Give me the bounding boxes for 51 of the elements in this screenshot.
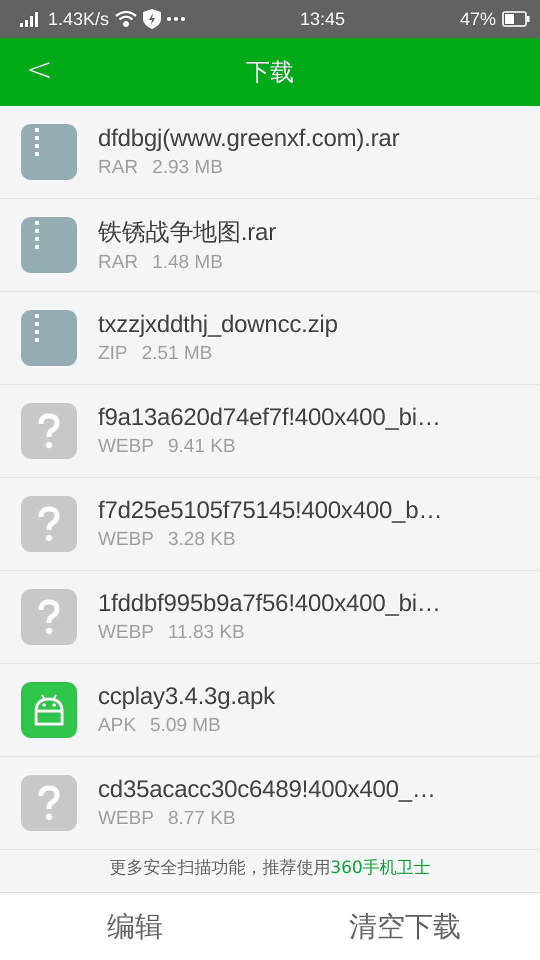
android-icon: [21, 682, 77, 738]
question-mark-icon: [21, 496, 77, 552]
file-size: 9.41 KB: [168, 436, 236, 458]
file-type: WEBP: [98, 808, 154, 830]
file-name: txzzjxddthj_downcc.zip: [98, 311, 338, 339]
question-mark-icon: [21, 775, 77, 831]
file-name: 1fddbf995b9a7f56!400x400_bi…: [98, 590, 441, 618]
file-name: dfdbgj(www.greenxf.com).rar: [98, 125, 400, 153]
file-row[interactable]: 1fddbf995b9a7f56!400x400_bi… WEBP 11.83 KB: [0, 571, 540, 664]
file-name: ccplay3.4.3g.apk: [98, 683, 275, 711]
file-type: WEBP: [98, 436, 154, 458]
file-row[interactable]: dfdbgj(www.greenxf.com).rar RAR 2.93 MB: [0, 106, 540, 199]
page-title: 下载: [246, 57, 294, 88]
file-row[interactable]: ccplay3.4.3g.apk APK 5.09 MB: [0, 664, 540, 757]
file-type: ZIP: [98, 343, 128, 365]
question-mark-icon: [21, 589, 77, 645]
network-speed: 1.43K/s: [48, 8, 110, 30]
file-type: APK: [98, 715, 136, 737]
file-size: 2.93 MB: [152, 157, 223, 179]
file-row[interactable]: f9a13a620d74ef7f!400x400_bi… WEBP 9.41 KB: [0, 385, 540, 478]
file-name: cd35acacc30c6489!400x400_…: [98, 776, 436, 804]
security-notice: 更多安全扫描功能，推荐使用360手机卫士: [108, 857, 432, 880]
shield-icon: [143, 9, 162, 29]
file-name: f7d25e5105f75145!400x400_b…: [98, 497, 442, 525]
file-type: RAR: [98, 252, 138, 274]
question-mark-icon: [21, 403, 77, 459]
action-button[interactable]: 编辑: [0, 893, 270, 960]
action-button[interactable]: 清空下载: [270, 893, 540, 960]
zip-file-icon: [21, 310, 77, 366]
file-size: 5.09 MB: [150, 715, 221, 737]
zip-file-icon: [21, 124, 77, 180]
clock: 13:45: [300, 8, 346, 30]
file-type: WEBP: [98, 529, 154, 551]
file-size: 2.51 MB: [142, 343, 212, 365]
wifi-icon: [115, 10, 138, 28]
battery-icon: [502, 11, 530, 27]
file-type: RAR: [98, 157, 138, 179]
file-row[interactable]: 铁锈战争地图.rar RAR 1.48 MB: [0, 199, 540, 292]
battery-percent: 47%: [460, 8, 496, 30]
file-name: f9a13a620d74ef7f!400x400_bi…: [98, 404, 441, 432]
more-icon: [167, 17, 186, 21]
file-row[interactable]: cd35acacc30c6489!400x400_… WEBP 8.77 KB: [0, 757, 540, 850]
file-size: 11.83 KB: [168, 622, 245, 644]
file-size: 1.48 MB: [152, 252, 223, 274]
file-name: 铁锈战争地图.rar: [98, 218, 276, 248]
file-size: 8.77 KB: [168, 808, 236, 830]
file-row[interactable]: f7d25e5105f75145!400x400_b… WEBP 3.28 KB: [0, 478, 540, 571]
file-size: 3.28 KB: [168, 529, 236, 551]
file-type: WEBP: [98, 622, 154, 644]
file-row[interactable]: txzzjxddthj_downcc.zip ZIP 2.51 MB: [0, 292, 540, 385]
zip-file-icon: [21, 217, 77, 273]
